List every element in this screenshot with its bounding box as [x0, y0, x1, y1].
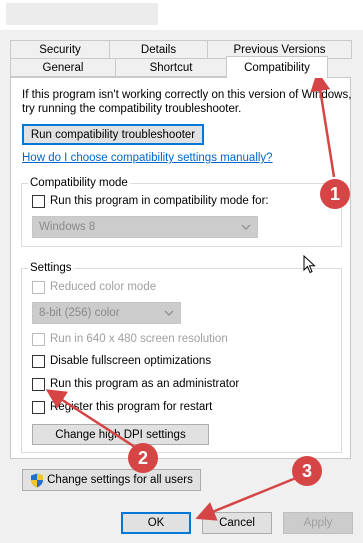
arrow-1 — [310, 71, 336, 178]
arrow-3 — [195, 476, 297, 521]
annotation-badge-2: 2 — [128, 443, 158, 473]
tab-compatibility[interactable]: Compatibility — [226, 56, 328, 78]
arrow-2 — [45, 389, 139, 451]
annotation-badge-1: 1 — [320, 179, 350, 209]
annotation-badge-3: 3 — [292, 456, 322, 486]
